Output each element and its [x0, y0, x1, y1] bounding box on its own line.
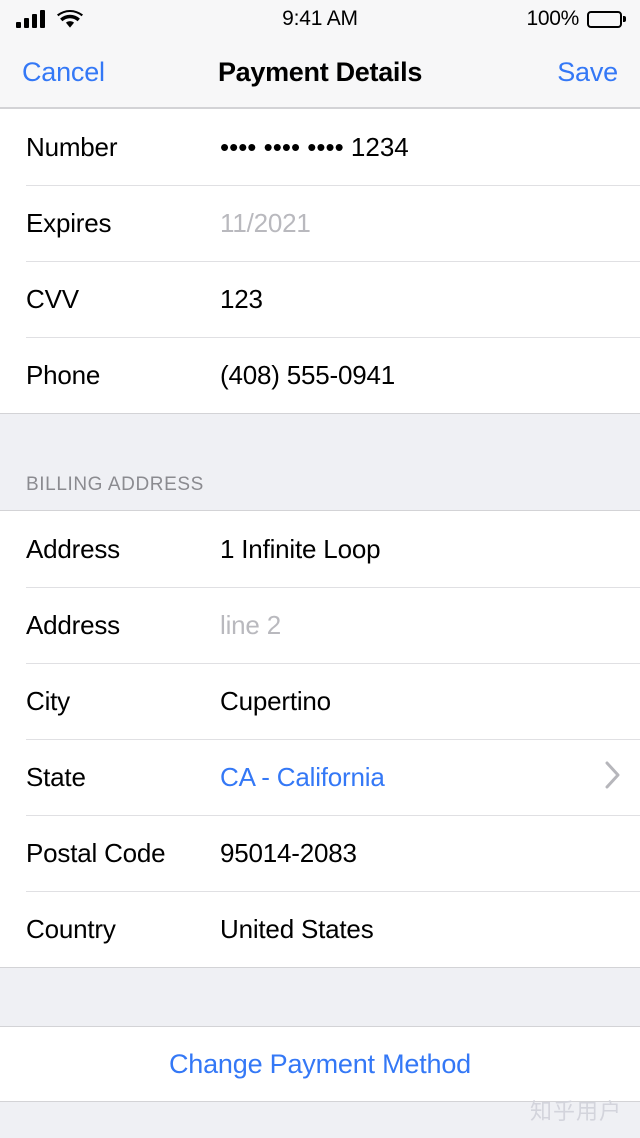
expires-input[interactable]: 11/2021 [196, 208, 622, 239]
billing-address-group: Address 1 Infinite Loop Address line 2 C… [0, 510, 640, 968]
chevron-right-icon [604, 760, 622, 795]
card-number-input[interactable]: •••• •••• •••• 1234 [196, 132, 622, 163]
row-label: Phone [26, 359, 101, 390]
status-bar: 9:41 AM 100% [0, 0, 640, 38]
row-label: Country [26, 913, 116, 944]
row-label: Expires [26, 207, 112, 238]
card-details-group: Number •••• •••• •••• 1234 Expires 11/20… [0, 108, 640, 414]
row-number[interactable]: Number •••• •••• •••• 1234 [0, 109, 640, 185]
row-postal-code[interactable]: Postal Code 95014-2083 [0, 815, 640, 891]
footer-space: 知乎用户 [0, 1099, 640, 1138]
state-selector-value[interactable]: CA - California [196, 762, 604, 793]
row-country[interactable]: Country United States [0, 891, 640, 967]
save-button[interactable]: Save [557, 57, 618, 88]
cancel-button[interactable]: Cancel [22, 57, 105, 88]
cvv-input[interactable]: 123 [196, 284, 622, 315]
change-payment-method-label: Change Payment Method [169, 1048, 471, 1079]
row-label: City [26, 685, 70, 716]
row-expires[interactable]: Expires 11/2021 [0, 185, 640, 261]
row-label: Address [26, 533, 120, 564]
row-phone[interactable]: Phone (408) 555-0941 [0, 337, 640, 413]
billing-address-section-header: BILLING ADDRESS [26, 474, 204, 495]
phone-input[interactable]: (408) 555-0941 [196, 360, 622, 391]
form-content: Number •••• •••• •••• 1234 Expires 11/20… [0, 108, 640, 1138]
row-label: CVV [26, 283, 79, 314]
change-payment-method-button[interactable]: Change Payment Method [0, 1026, 640, 1102]
row-label: Number [26, 131, 118, 162]
battery-percentage: 100% [526, 7, 579, 30]
footer-section-gap [0, 968, 640, 1026]
postal-code-input[interactable]: 95014-2083 [196, 838, 622, 869]
country-input[interactable]: United States [196, 914, 622, 945]
row-address-2[interactable]: Address line 2 [0, 587, 640, 663]
status-bar-right: 100% [526, 7, 626, 31]
row-label: State [26, 761, 86, 792]
city-input[interactable]: Cupertino [196, 686, 622, 717]
row-label: Postal Code [26, 837, 166, 868]
payment-details-screen: 9:41 AM 100% Cancel Payment Details Save… [0, 0, 640, 1138]
navigation-bar: Cancel Payment Details Save [0, 38, 640, 108]
row-city[interactable]: City Cupertino [0, 663, 640, 739]
row-state[interactable]: State CA - California [0, 739, 640, 815]
address-line2-input[interactable]: line 2 [196, 610, 622, 641]
address-line1-input[interactable]: 1 Infinite Loop [196, 534, 622, 565]
battery-full-icon [587, 10, 626, 28]
watermark: 知乎用户 [529, 1099, 622, 1124]
row-address-1[interactable]: Address 1 Infinite Loop [0, 511, 640, 587]
billing-address-section-gap: BILLING ADDRESS [0, 414, 640, 510]
row-label: Address [26, 609, 120, 640]
row-cvv[interactable]: CVV 123 [0, 261, 640, 337]
